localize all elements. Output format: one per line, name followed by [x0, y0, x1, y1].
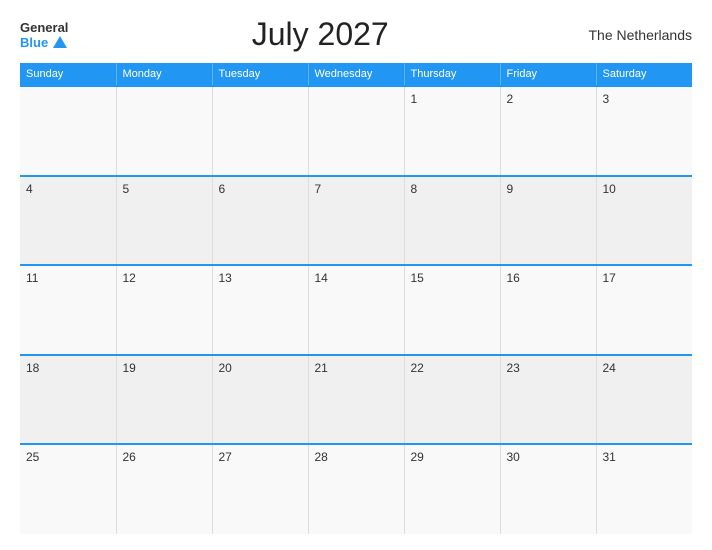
calendar-day-cell: 16	[500, 265, 596, 355]
calendar-day-cell: 9	[500, 176, 596, 266]
calendar-day-cell: 21	[308, 355, 404, 445]
calendar-day-cell: 17	[596, 265, 692, 355]
day-number: 9	[507, 182, 514, 196]
calendar-day-cell: 1	[404, 86, 500, 176]
logo-general-text: General	[20, 20, 68, 35]
col-thursday: Thursday	[404, 63, 500, 86]
day-number: 17	[603, 271, 616, 285]
day-number: 30	[507, 450, 520, 464]
calendar-day-cell: 23	[500, 355, 596, 445]
calendar-day-cell: 18	[20, 355, 116, 445]
calendar-header-row: Sunday Monday Tuesday Wednesday Thursday…	[20, 63, 692, 86]
calendar-day-cell: 27	[212, 444, 308, 534]
calendar-day-cell: 8	[404, 176, 500, 266]
day-number: 16	[507, 271, 520, 285]
calendar-week-row: 18 19 20 21 22 23 24	[20, 355, 692, 445]
day-number: 11	[26, 271, 38, 285]
page-title: July 2027	[68, 16, 572, 53]
logo-blue-text: Blue	[20, 35, 48, 50]
day-number: 28	[315, 450, 328, 464]
calendar-day-cell	[308, 86, 404, 176]
calendar-table: Sunday Monday Tuesday Wednesday Thursday…	[20, 63, 692, 534]
calendar-day-cell: 22	[404, 355, 500, 445]
calendar-day-cell: 31	[596, 444, 692, 534]
calendar-day-cell: 5	[116, 176, 212, 266]
day-number: 4	[26, 182, 33, 196]
country-label: The Netherlands	[572, 27, 692, 43]
day-number: 8	[411, 182, 418, 196]
calendar-page: General Blue July 2027 The Netherlands S…	[0, 0, 712, 550]
calendar-day-cell: 19	[116, 355, 212, 445]
day-number: 1	[411, 92, 418, 106]
day-number: 7	[315, 182, 322, 196]
calendar-day-cell: 13	[212, 265, 308, 355]
logo-triangle-icon	[53, 36, 67, 48]
day-number: 5	[123, 182, 130, 196]
calendar-day-cell: 29	[404, 444, 500, 534]
logo: General Blue	[20, 20, 68, 50]
day-number: 14	[315, 271, 328, 285]
calendar-week-row: 1 2 3	[20, 86, 692, 176]
calendar-day-cell: 26	[116, 444, 212, 534]
calendar-body: 1234567891011121314151617181920212223242…	[20, 86, 692, 534]
day-number: 6	[219, 182, 226, 196]
day-number: 24	[603, 361, 616, 375]
calendar-day-cell: 3	[596, 86, 692, 176]
day-number: 22	[411, 361, 424, 375]
day-number: 15	[411, 271, 424, 285]
calendar-day-cell: 28	[308, 444, 404, 534]
calendar-week-row: 25 26 27 28 29 30 31	[20, 444, 692, 534]
day-number: 18	[26, 361, 39, 375]
calendar-week-row: 4 5 6 7 8 9 10	[20, 176, 692, 266]
day-number: 21	[315, 361, 328, 375]
calendar-day-cell	[20, 86, 116, 176]
day-number: 31	[603, 450, 616, 464]
calendar-day-cell: 10	[596, 176, 692, 266]
calendar-day-cell: 15	[404, 265, 500, 355]
calendar-day-cell: 24	[596, 355, 692, 445]
col-saturday: Saturday	[596, 63, 692, 86]
calendar-day-cell: 14	[308, 265, 404, 355]
day-number: 19	[123, 361, 136, 375]
col-wednesday: Wednesday	[308, 63, 404, 86]
calendar-week-row: 11 12 13 14 15 16 17	[20, 265, 692, 355]
calendar-day-cell: 25	[20, 444, 116, 534]
day-number: 12	[123, 271, 136, 285]
calendar-day-cell: 4	[20, 176, 116, 266]
day-number: 10	[603, 182, 616, 196]
page-header: General Blue July 2027 The Netherlands	[20, 16, 692, 53]
calendar-day-cell: 30	[500, 444, 596, 534]
calendar-day-cell	[116, 86, 212, 176]
day-number: 23	[507, 361, 520, 375]
day-number: 29	[411, 450, 424, 464]
day-number: 27	[219, 450, 232, 464]
calendar-day-cell	[212, 86, 308, 176]
day-number: 25	[26, 450, 39, 464]
calendar-day-cell: 6	[212, 176, 308, 266]
calendar-day-cell: 20	[212, 355, 308, 445]
calendar-day-cell: 7	[308, 176, 404, 266]
day-number: 20	[219, 361, 232, 375]
col-tuesday: Tuesday	[212, 63, 308, 86]
day-number: 26	[123, 450, 136, 464]
col-sunday: Sunday	[20, 63, 116, 86]
calendar-day-cell: 2	[500, 86, 596, 176]
col-monday: Monday	[116, 63, 212, 86]
calendar-day-cell: 11	[20, 265, 116, 355]
day-number: 2	[507, 92, 514, 106]
col-friday: Friday	[500, 63, 596, 86]
calendar-day-cell: 12	[116, 265, 212, 355]
day-number: 13	[219, 271, 232, 285]
day-number: 3	[603, 92, 610, 106]
